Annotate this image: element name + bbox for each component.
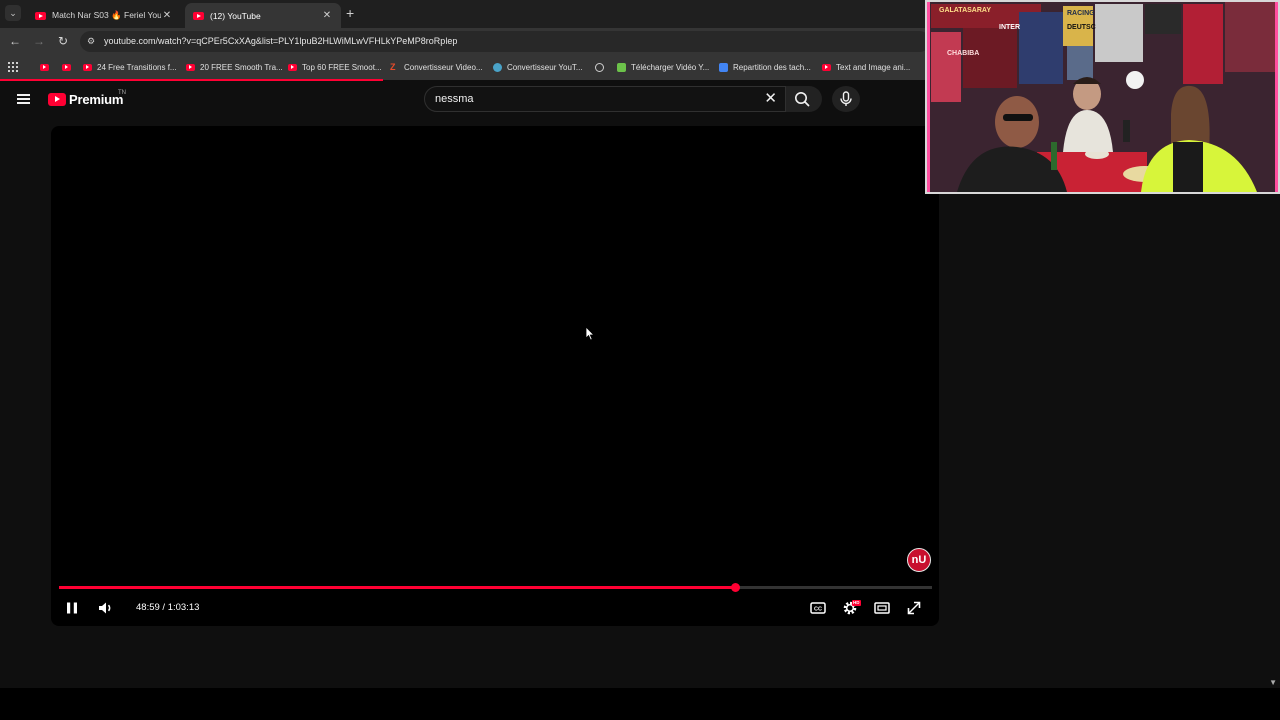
tab-close-icon[interactable]: ✕: [161, 10, 173, 21]
bookmark-item[interactable]: Repartition des tach...: [719, 61, 811, 73]
subtitles-icon[interactable]: CC: [809, 599, 827, 617]
new-tab-button[interactable]: +: [346, 5, 354, 21]
search-button[interactable]: [786, 86, 822, 112]
youtube-icon: [62, 63, 71, 71]
hamburger-menu-icon[interactable]: [17, 94, 30, 104]
reload-icon[interactable]: ↻: [56, 34, 70, 48]
youtube-icon: [288, 63, 297, 71]
youtube-favicon-icon: [193, 11, 204, 20]
progress-played: [59, 586, 736, 589]
bookmark-item[interactable]: 20 FREE Smooth Tra...: [186, 61, 283, 73]
webcam-overlay: GALATASARAY INTER DEUTSC RACING CHABIBA: [925, 0, 1280, 194]
back-arrow-icon[interactable]: ←: [8, 34, 22, 48]
theater-mode-icon[interactable]: [873, 599, 891, 617]
bookmark-youtube-2[interactable]: [62, 61, 76, 73]
bookmark-globe[interactable]: [595, 61, 609, 73]
microphone-icon: [840, 91, 852, 106]
channel-watermark[interactable]: nU: [907, 548, 931, 572]
converter-icon: [493, 62, 502, 72]
youtube-icon: [83, 63, 92, 71]
bookmark-label: Repartition des tach...: [733, 62, 811, 72]
settings-button[interactable]: HD: [841, 599, 861, 617]
poster-label: RACING: [1067, 10, 1095, 17]
tab-search-button[interactable]: ⌄: [5, 5, 21, 21]
bookmark-label: Text and Image ani...: [836, 62, 911, 72]
svg-text:CC: CC: [814, 607, 822, 613]
scrubber-handle[interactable]: [731, 583, 741, 592]
bookmark-label: Convertisseur Video...: [404, 62, 483, 72]
poster-label: GALATASARAY: [939, 7, 991, 14]
search-input[interactable]: nessma ✕: [424, 86, 786, 112]
tab-close-icon[interactable]: ✕: [321, 10, 333, 21]
poster-label: CHABIBA: [947, 50, 980, 57]
bookmark-youtube-1[interactable]: [40, 61, 54, 73]
youtube-premium-logo[interactable]: Premium: [48, 91, 123, 107]
globe-icon: [595, 62, 604, 72]
address-url[interactable]: youtube.com/watch?v=qCPEr5CxXAg&list=PLY…: [104, 36, 457, 46]
bookmark-item[interactable]: Text and Image ani...: [822, 61, 910, 73]
youtube-icon: [186, 63, 195, 71]
bookmark-label: Top 60 FREE Smoot...: [302, 62, 382, 72]
webcam-scene: [927, 2, 1278, 192]
poster-label: INTER: [999, 24, 1020, 31]
logo-text: Premium: [69, 91, 124, 107]
progress-bar[interactable]: [59, 583, 932, 592]
tab-title: (12) YouTube: [210, 10, 261, 21]
search-query[interactable]: nessma: [435, 93, 474, 105]
browser-tab-youtube[interactable]: (12) YouTube ✕: [185, 3, 341, 28]
bookmark-item[interactable]: Top 60 FREE Smoot...: [288, 61, 382, 73]
download-icon: [617, 62, 626, 72]
bookmark-item[interactable]: Convertisseur YouT...: [493, 61, 583, 73]
bookmark-item[interactable]: Z Convertisseur Video...: [390, 61, 483, 73]
scroll-down-arrow-icon[interactable]: ▼: [1269, 678, 1277, 687]
video-player[interactable]: [51, 126, 939, 626]
country-code: TN: [118, 90, 126, 96]
volume-icon[interactable]: [96, 599, 116, 617]
bookmark-item[interactable]: Télécharger Vidéo Y...: [617, 61, 709, 73]
page-load-progress-bar: [0, 79, 383, 81]
voice-search-button[interactable]: [832, 86, 860, 112]
bookmark-label: 24 Free Transitions f...: [97, 62, 177, 72]
search-icon: [795, 92, 810, 107]
apps-grid-icon[interactable]: [8, 62, 18, 72]
bottom-black-strip: [0, 688, 1280, 720]
fullscreen-icon[interactable]: [905, 599, 923, 617]
youtube-icon: [822, 63, 831, 71]
youtube-favicon-icon: [35, 11, 46, 20]
forward-arrow-icon[interactable]: →: [32, 34, 46, 48]
mouse-cursor-icon: [585, 326, 595, 341]
time-display: 48:59 / 1:03:13: [136, 602, 200, 613]
docs-icon: [719, 62, 728, 72]
youtube-icon: [40, 63, 49, 71]
tab-title: Match Nar S03 🔥 Feriel Youss: [52, 10, 161, 20]
bookmark-item[interactable]: 24 Free Transitions f...: [83, 61, 177, 73]
hd-badge: HD: [852, 600, 861, 606]
site-info-icon[interactable]: ⚙: [87, 36, 98, 47]
bookmark-label: Convertisseur YouT...: [507, 62, 583, 72]
poster-label: DEUTSC: [1067, 24, 1096, 31]
browser-tab-match-nar[interactable]: Match Nar S03 🔥 Feriel Youss ✕: [27, 3, 181, 28]
z-icon: Z: [390, 61, 396, 72]
youtube-logo-icon: [48, 92, 66, 106]
address-bar[interactable]: ⚙ youtube.com/watch?v=qCPEr5CxXAg&list=P…: [80, 31, 930, 52]
clear-search-icon[interactable]: ✕: [764, 90, 777, 108]
bookmark-label: 20 FREE Smooth Tra...: [200, 62, 283, 72]
bookmark-label: Télécharger Vidéo Y...: [631, 62, 710, 72]
pause-icon[interactable]: [63, 599, 81, 617]
